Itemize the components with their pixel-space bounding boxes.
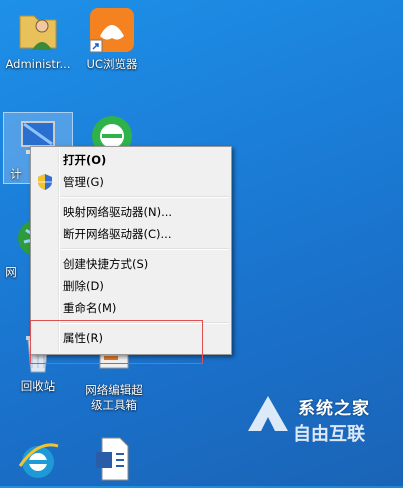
uac-shield-icon	[38, 174, 52, 190]
menu-item-label: 创建快捷方式(S)	[63, 257, 149, 271]
desktop-icon-ie[interactable]	[0, 436, 76, 484]
menu-item-label: 打开(O)	[63, 153, 107, 167]
menu-item-label: 管理(G)	[63, 175, 104, 189]
desktop-icon-label: Administr...	[5, 57, 71, 71]
user-folder-icon	[14, 6, 62, 54]
desktop-icon-label: UC浏览器	[86, 57, 138, 71]
menu-separator	[61, 248, 229, 250]
desktop-icon-administrator[interactable]: Administr...	[0, 6, 76, 72]
menu-item-label: 重命名(M)	[63, 301, 117, 315]
menu-item-create-shortcut[interactable]: 创建快捷方式(S)	[33, 253, 229, 275]
menu-item-rename[interactable]: 重命名(M)	[33, 297, 229, 319]
menu-item-map-drive[interactable]: 映射网络驱动器(N)...	[33, 201, 229, 223]
menu-separator	[61, 196, 229, 198]
watermark-title: 系统之家	[298, 399, 370, 419]
desktop-icon-doc[interactable]	[76, 434, 152, 482]
watermark-brand: 自由互联	[293, 424, 365, 445]
desktop-icon-uc-browser[interactable]: UC浏览器	[74, 6, 150, 72]
uc-browser-icon	[88, 6, 136, 54]
document-icon	[90, 434, 138, 482]
properties-highlight-box	[30, 320, 203, 364]
menu-item-label: 映射网络驱动器(N)...	[63, 205, 173, 219]
menu-item-open[interactable]: 打开(O)	[33, 149, 229, 171]
internet-explorer-icon	[14, 436, 62, 484]
menu-item-label: 删除(D)	[63, 279, 104, 293]
menu-item-manage[interactable]: 管理(G)	[33, 171, 229, 193]
desktop-icon-label: 回收站	[20, 379, 56, 393]
menu-item-delete[interactable]: 删除(D)	[33, 275, 229, 297]
watermark-logo-icon	[248, 396, 288, 431]
menu-item-disconnect-drive[interactable]: 断开网络驱动器(C)...	[33, 223, 229, 245]
menu-item-label: 断开网络驱动器(C)...	[63, 227, 172, 241]
desktop-icon-label: 网络编辑超级工具箱	[85, 383, 143, 412]
watermark: 系统之家 自由互联	[243, 386, 393, 446]
